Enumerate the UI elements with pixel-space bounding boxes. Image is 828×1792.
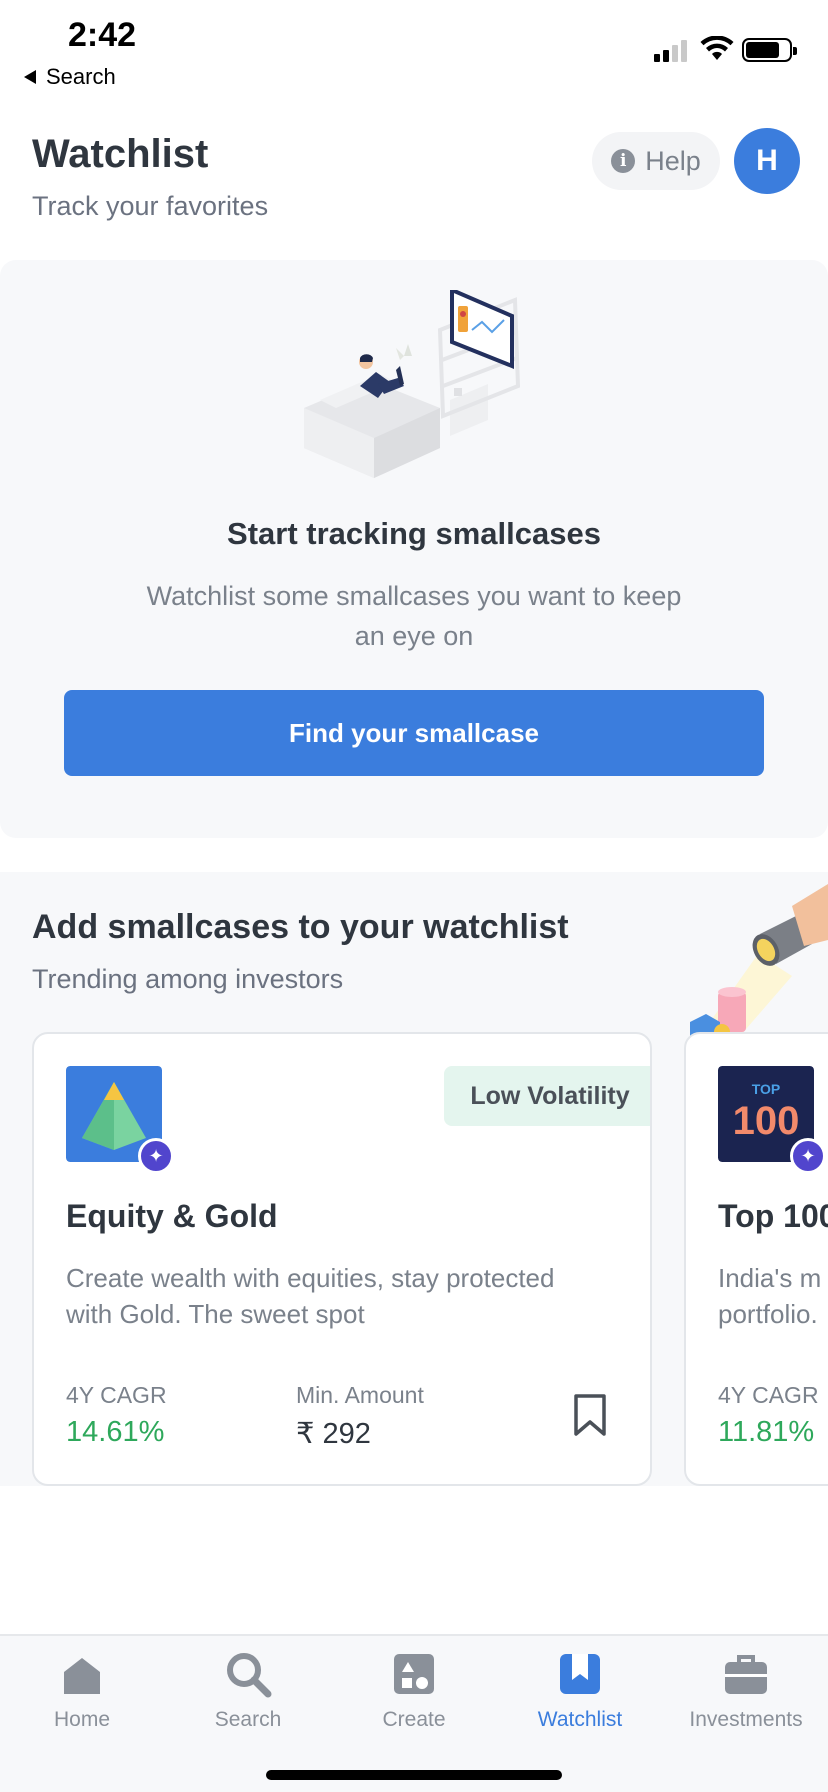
search-icon: [227, 1653, 272, 1698]
trending-subtitle: Trending among investors: [32, 964, 344, 994]
nav-item-watchlist[interactable]: Watchlist: [510, 1650, 650, 1732]
sparkle-badge-icon: ✦: [138, 1138, 174, 1174]
empty-state-title: Start tracking smallcases: [227, 516, 601, 551]
nav-label: Create: [382, 1708, 446, 1731]
watchlist-icon: [560, 1654, 600, 1694]
status-time: 2:42: [68, 16, 137, 54]
trending-section: Add smallcases to your watchlist Trendin…: [0, 872, 828, 1486]
avatar[interactable]: H: [734, 128, 800, 194]
nav-item-home[interactable]: Home: [12, 1650, 152, 1732]
min-amount-value: ₹ 292: [296, 1418, 371, 1450]
cagr-label: 4Y CAGR: [66, 1382, 167, 1408]
nav-label: Watchlist: [537, 1708, 623, 1731]
wifi-icon: [700, 36, 734, 60]
battery-icon: [742, 38, 797, 62]
back-link-label: Search: [46, 64, 116, 89]
empty-state-description: Watchlist some smallcases you want to ke…: [146, 581, 682, 651]
nav-label: Home: [53, 1708, 111, 1731]
nav-item-investments[interactable]: Investments: [676, 1650, 816, 1732]
back-arrow-icon: [24, 70, 36, 84]
nav-item-search[interactable]: Search: [178, 1650, 318, 1732]
home-icon: [64, 1658, 100, 1694]
bookmark-icon[interactable]: [570, 1392, 610, 1438]
briefcase-icon: [725, 1655, 767, 1694]
smallcase-name: Top 100: [718, 1198, 828, 1234]
page-title: Watchlist: [32, 132, 209, 176]
smallcase-card-top-100[interactable]: TOP 100 ✦ Top 100 India's m portfolio. 4…: [684, 1032, 828, 1486]
empty-state-card: Start tracking smallcases Watchlist some…: [0, 260, 828, 838]
volatility-tag: Low Volatility: [444, 1066, 650, 1126]
cagr-value: 14.61%: [66, 1416, 165, 1448]
help-label: Help: [645, 145, 701, 176]
min-amount-label: Min. Amount: [296, 1382, 424, 1408]
page-header: Watchlist Track your favorites: [32, 132, 268, 222]
page-subtitle: Track your favorites: [32, 191, 269, 221]
cellular-signal-icon: [654, 38, 687, 62]
info-icon: i: [611, 149, 636, 173]
top-100-logo-top-text: TOP: [752, 1081, 781, 1097]
nav-item-create[interactable]: Create: [344, 1650, 484, 1732]
top-100-logo-main-text: 100: [733, 1099, 800, 1143]
cagr-label: 4Y CAGR: [718, 1382, 819, 1408]
bottom-nav: Home Search Create Watchlist Investments: [0, 1634, 828, 1792]
smallcase-card-equity-gold[interactable]: ✦ Low Volatility Equity & Gold Create we…: [32, 1032, 652, 1486]
back-to-search-link[interactable]: Search: [24, 64, 116, 90]
find-smallcase-button[interactable]: Find your smallcase: [64, 690, 764, 776]
smallcase-description: India's m portfolio.: [718, 1263, 822, 1329]
home-indicator: [266, 1770, 562, 1780]
help-button[interactable]: i Help: [592, 132, 720, 190]
trending-title: Add smallcases to your watchlist: [32, 908, 569, 946]
create-icon: [394, 1654, 434, 1694]
person-watching-tv-illustration: [304, 290, 521, 478]
flashlight-illustration: [690, 884, 828, 1036]
nav-label: Investments: [689, 1708, 803, 1731]
nav-label: Search: [214, 1708, 282, 1731]
sparkle-badge-icon: ✦: [790, 1138, 826, 1174]
cagr-value: 11.81%: [718, 1416, 815, 1448]
smallcase-description: Create wealth with equities, stay protec…: [66, 1263, 555, 1329]
status-bar: 2:42 Search: [0, 0, 828, 92]
smallcase-name: Equity & Gold: [66, 1198, 278, 1234]
